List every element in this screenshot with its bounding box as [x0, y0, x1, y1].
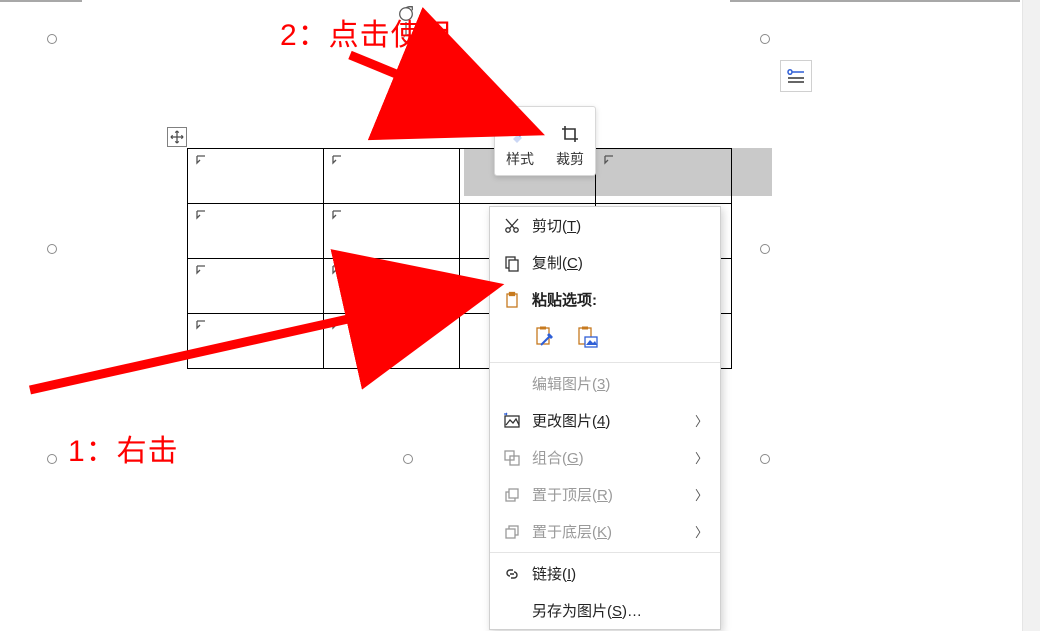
- annotation-arrows: [0, 0, 1040, 631]
- document-canvas[interactable]: 样式 裁剪 剪切(T) 复制(C) 粘贴选项:: [0, 0, 1040, 631]
- annotation-step1: 1：右击: [68, 426, 179, 470]
- annotation-step2: 2：点击使用: [280, 10, 453, 54]
